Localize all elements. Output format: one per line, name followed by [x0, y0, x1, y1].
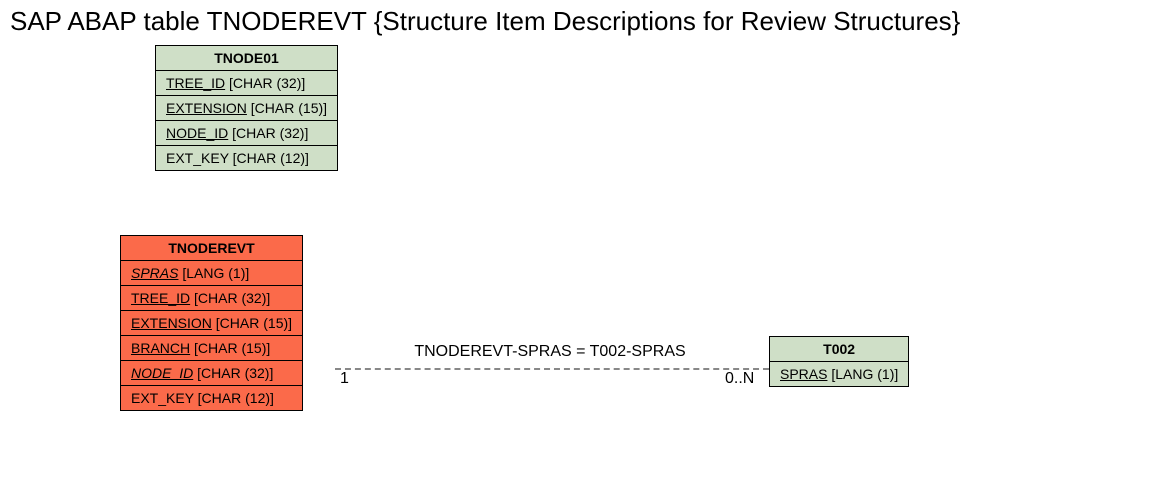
relation-card-left: 1 [340, 370, 349, 388]
entity-t002: T002 SPRAS [LANG (1)] [769, 336, 909, 387]
page-title: SAP ABAP table TNODEREVT {Structure Item… [10, 6, 960, 37]
entity-t002-header: T002 [770, 337, 909, 362]
entity-tnoderevt-field: BRANCH [CHAR (15)] [121, 336, 303, 361]
entity-t002-field: SPRAS [LANG (1)] [770, 362, 909, 387]
entity-tnoderevt-field: EXT_KEY [CHAR (12)] [121, 386, 303, 411]
entity-tnode01: TNODE01 TREE_ID [CHAR (32)] EXTENSION [C… [155, 45, 338, 171]
entity-tnoderevt-header: TNODEREVT [121, 236, 303, 261]
entity-tnoderevt-field: SPRAS [LANG (1)] [121, 261, 303, 286]
entity-tnode01-field: TREE_ID [CHAR (32)] [156, 71, 338, 96]
entity-tnode01-header: TNODE01 [156, 46, 338, 71]
entity-tnoderevt-field: EXTENSION [CHAR (15)] [121, 311, 303, 336]
entity-tnoderevt-field: TREE_ID [CHAR (32)] [121, 286, 303, 311]
relation-card-right: 0..N [725, 370, 754, 388]
relation-line [335, 368, 769, 370]
entity-tnoderevt-field: NODE_ID [CHAR (32)] [121, 361, 303, 386]
entity-tnoderevt: TNODEREVT SPRAS [LANG (1)] TREE_ID [CHAR… [120, 235, 303, 411]
entity-tnode01-field: EXT_KEY [CHAR (12)] [156, 146, 338, 171]
entity-tnode01-field: EXTENSION [CHAR (15)] [156, 96, 338, 121]
entity-tnode01-field: NODE_ID [CHAR (32)] [156, 121, 338, 146]
relation-label: TNODEREVT-SPRAS = T002-SPRAS [400, 343, 700, 361]
